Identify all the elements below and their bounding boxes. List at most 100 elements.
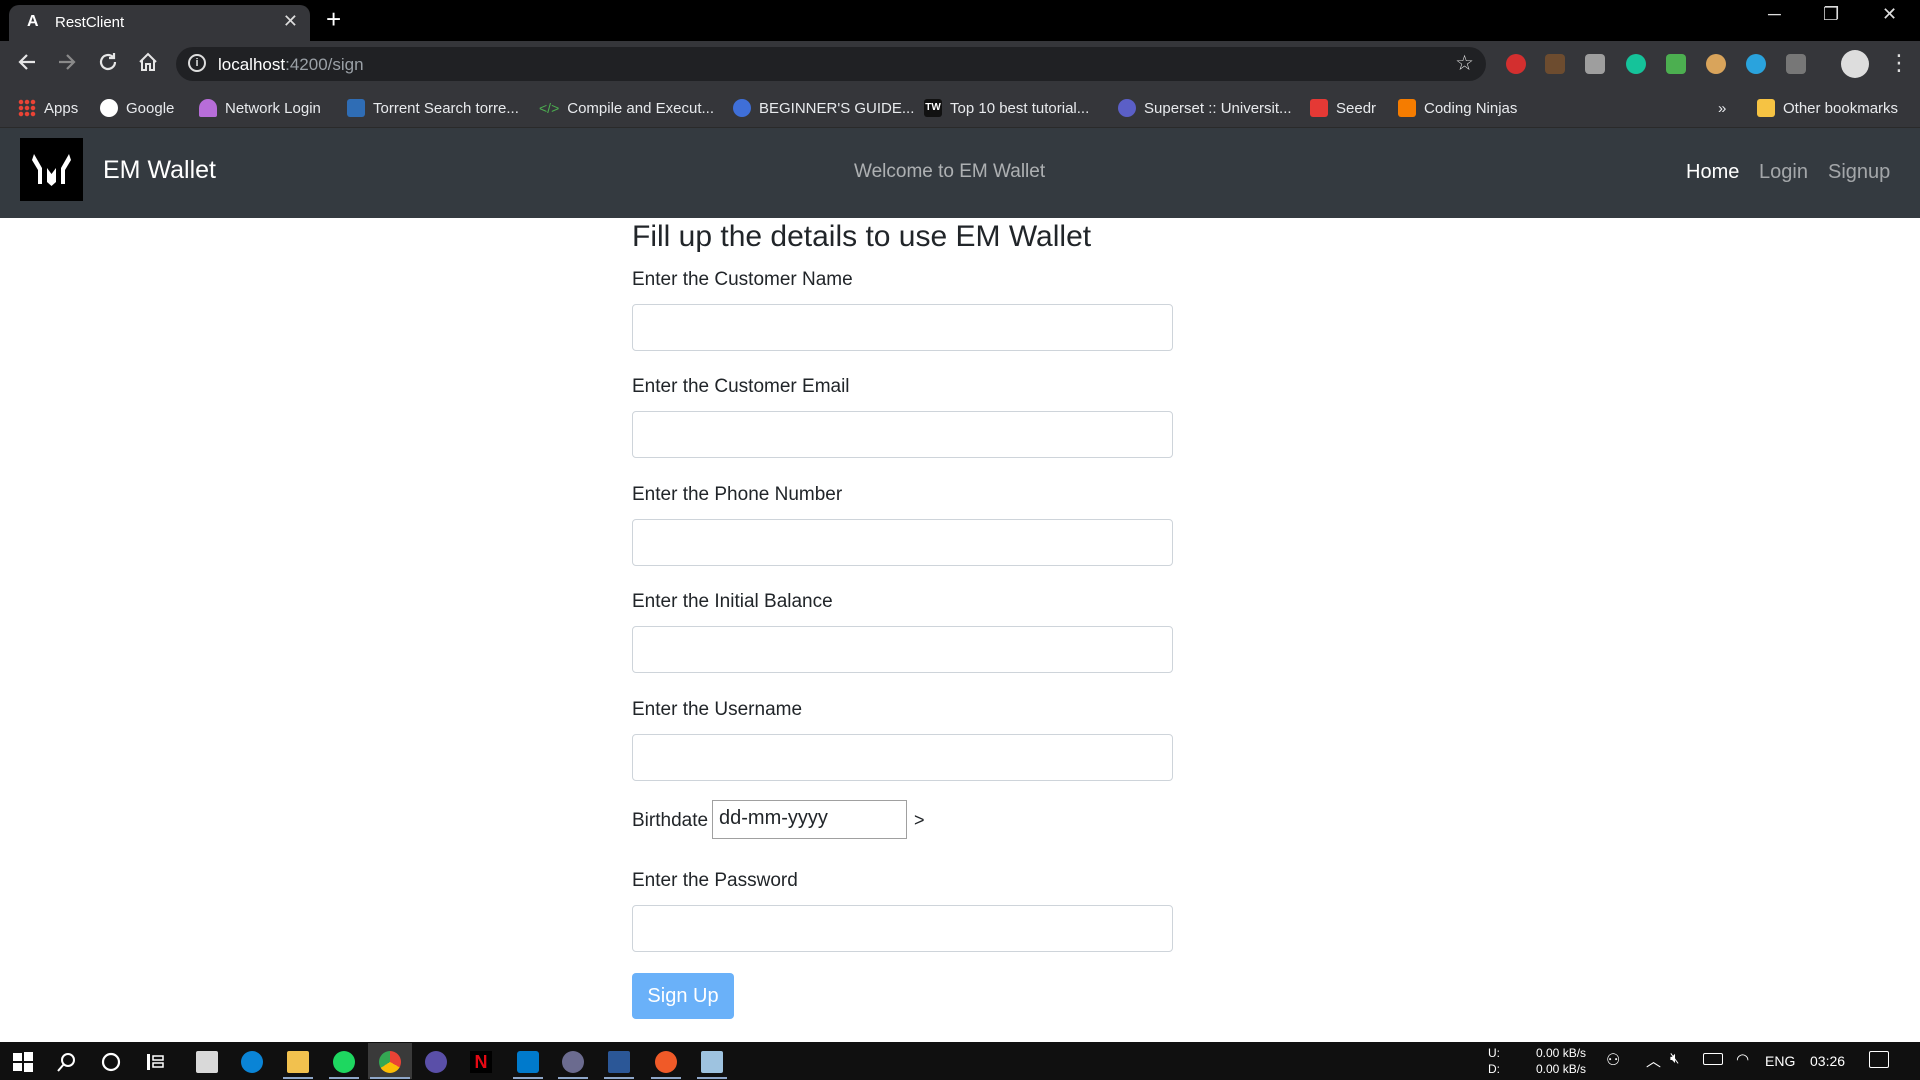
angular-favicon-icon: A (27, 13, 39, 30)
spotify-running-indicator (329, 1077, 359, 1079)
reload-icon[interactable] (97, 51, 119, 77)
chrome-running-indicator (370, 1077, 410, 1079)
close-window-icon[interactable]: ✕ (1882, 4, 1897, 25)
bookmark-apps[interactable]: Apps (18, 97, 78, 119)
envelope-extension-icon[interactable] (1545, 54, 1565, 74)
password-label: Enter the Password (632, 870, 798, 891)
birthdate-input[interactable]: dd-mm-yyyy (712, 800, 907, 839)
adblock-extension-icon[interactable] (1506, 54, 1526, 74)
translate-extension-icon[interactable] (1585, 54, 1605, 74)
net-down-speed: 0.00 kB/s (1536, 1062, 1587, 1076)
browser-menu-icon[interactable]: ⋮ (1888, 50, 1910, 76)
bookmark-star-icon[interactable]: ☆ (1455, 51, 1474, 76)
bookmark-beginners-guide[interactable]: BEGINNER'S GUIDE... (733, 97, 914, 119)
app-window-icon[interactable] (701, 1051, 723, 1073)
phone-number-input[interactable] (632, 519, 1173, 566)
bookmark-superset[interactable]: Superset :: Universit... (1118, 97, 1292, 119)
profile-avatar[interactable] (1841, 50, 1869, 78)
sign-up-button[interactable]: Sign Up (632, 973, 734, 1019)
wifi-icon[interactable]: ◠ (1736, 1050, 1749, 1068)
em-wallet-logo[interactable] (20, 138, 83, 201)
url-host: localhost (218, 55, 286, 74)
people-icon[interactable]: ⚇ (1606, 1050, 1620, 1070)
file-explorer-icon[interactable] (287, 1051, 309, 1073)
windows-taskbar: N U: D: 0.00 kB/s 0.00 kB/s ⚇ ︿ 🔇︎ ◠ ENG… (0, 1042, 1920, 1080)
app-navbar: EM Wallet Welcome to EM Wallet Home Logi… (0, 128, 1920, 218)
welcome-text: Welcome to EM Wallet (854, 161, 1046, 182)
notifications-icon[interactable] (1869, 1051, 1889, 1068)
info-circle-icon (733, 99, 751, 117)
close-tab-icon[interactable]: ✕ (283, 11, 298, 32)
clock-time[interactable]: 03:26 (1810, 1053, 1845, 1069)
forward-arrow-icon[interactable] (56, 51, 78, 77)
drive-extension-icon[interactable] (1666, 54, 1686, 74)
customer-email-input[interactable] (632, 411, 1173, 458)
chevron-up-icon[interactable]: ︿ (1646, 1050, 1661, 1071)
bookmark-label: Other bookmarks (1783, 99, 1899, 117)
netflix-icon[interactable]: N (470, 1051, 492, 1073)
net-up-speed: 0.00 kB/s (1536, 1046, 1587, 1060)
vscode-running-indicator (513, 1077, 543, 1079)
bookmark-seedr[interactable]: Seedr (1310, 97, 1376, 119)
tw-logo-icon: TW (924, 99, 942, 117)
customer-name-input[interactable] (632, 304, 1173, 351)
site-info-icon[interactable]: i (188, 54, 206, 72)
password-input[interactable] (632, 905, 1173, 952)
nav-home-link[interactable]: Home (1686, 161, 1739, 184)
url-path: :4200/sign (285, 55, 364, 74)
username-input[interactable] (632, 734, 1173, 781)
address-bar[interactable]: i localhost:4200/sign ☆ (176, 47, 1486, 81)
extensions-puzzle-icon[interactable] (1786, 54, 1806, 74)
vscode-icon[interactable] (517, 1051, 539, 1073)
bookmarks-overflow-icon[interactable]: » (1718, 97, 1726, 119)
battery-icon[interactable] (1703, 1053, 1723, 1065)
nav-login-link[interactable]: Login (1759, 161, 1808, 184)
search-icon[interactable] (56, 1051, 78, 1073)
minimize-window-icon[interactable]: ─ (1768, 4, 1781, 25)
customer-name-label: Enter the Customer Name (632, 269, 853, 290)
net-up-label: U: (1488, 1046, 1500, 1060)
spotify-icon[interactable] (333, 1051, 355, 1073)
bookmark-google[interactable]: Google (100, 97, 174, 119)
back-arrow-icon[interactable] (16, 51, 38, 77)
chrome-icon[interactable] (379, 1051, 401, 1073)
bookmark-label: Apps (44, 99, 79, 117)
browser-tab[interactable]: A RestClient ✕ (9, 5, 310, 41)
browser-tab-strip: A RestClient ✕ + ─ ❐ ✕ (0, 0, 1920, 41)
username-label: Enter the Username (632, 699, 803, 720)
telegram-extension-icon[interactable] (1746, 54, 1766, 74)
network-tool-icon[interactable] (608, 1051, 630, 1073)
bookmark-other-bookmarks[interactable]: Other bookmarks (1757, 97, 1898, 119)
seedr-icon (1310, 99, 1328, 117)
settings-gear-icon[interactable] (562, 1051, 584, 1073)
task-view-icon[interactable] (145, 1051, 167, 1073)
eclipse-icon[interactable] (425, 1051, 447, 1073)
bookmark-top-10-tutorials[interactable]: TW Top 10 best tutorial... (924, 97, 1089, 119)
brand-name[interactable]: EM Wallet (103, 156, 216, 185)
cookie-extension-icon[interactable] (1706, 54, 1726, 74)
bookmark-compile-execute[interactable]: </> Compile and Execut... (539, 97, 714, 119)
grammarly-extension-icon[interactable] (1626, 54, 1646, 74)
torrent-t-icon (347, 99, 365, 117)
bookmark-coding-ninjas[interactable]: Coding Ninjas (1398, 97, 1517, 119)
notepad-icon[interactable] (196, 1051, 218, 1073)
bookmark-label: Top 10 best tutorial... (950, 99, 1090, 117)
form-title: Fill up the details to use EM Wallet (632, 220, 1092, 253)
bookmark-network-login[interactable]: Network Login (199, 97, 321, 119)
apps-grid-icon (18, 99, 36, 117)
home-icon[interactable] (137, 51, 159, 77)
google-icon (100, 99, 118, 117)
volume-muted-icon[interactable]: 🔇︎ (1670, 1050, 1679, 1067)
bookmark-label: Coding Ninjas (1424, 99, 1518, 117)
windows-start-icon[interactable] (12, 1051, 34, 1073)
initial-balance-input[interactable] (632, 626, 1173, 673)
edge-browser-icon[interactable] (241, 1051, 263, 1073)
postman-icon[interactable] (655, 1051, 677, 1073)
language-indicator[interactable]: ENG (1765, 1053, 1795, 1069)
cortana-icon[interactable] (100, 1051, 122, 1073)
restore-window-icon[interactable]: ❐ (1823, 4, 1839, 25)
new-tab-button[interactable]: + (326, 6, 341, 32)
nav-signup-link[interactable]: Signup (1828, 161, 1890, 184)
bookmark-torrent-search[interactable]: Torrent Search torre... (347, 97, 519, 119)
customer-email-label: Enter the Customer Email (632, 376, 850, 397)
